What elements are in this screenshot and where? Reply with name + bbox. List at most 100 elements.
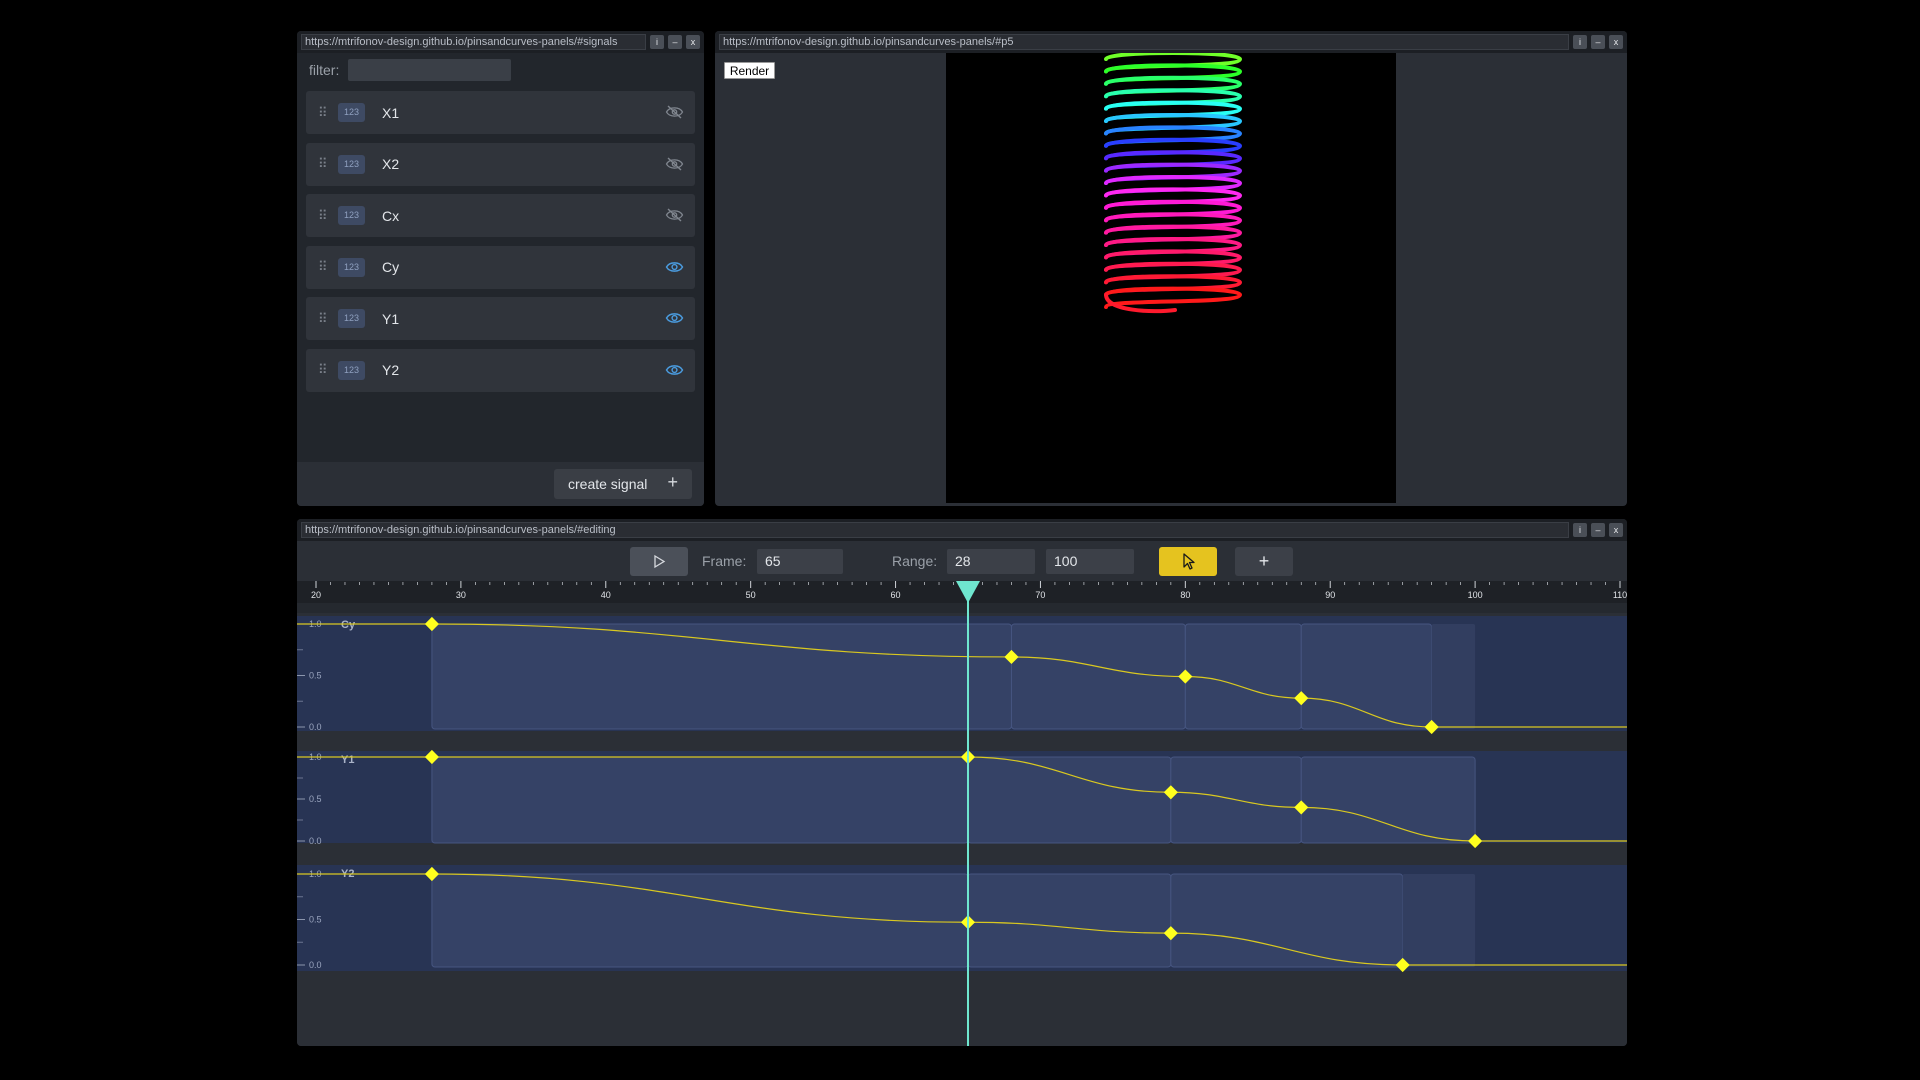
eye-icon[interactable] [665, 363, 684, 377]
signals-footer: create signal + [297, 462, 704, 506]
axis-label: 0.0 [309, 722, 322, 732]
p5-url-bar[interactable]: https://mtrifonov-design.github.io/pinsa… [719, 34, 1569, 50]
timeline[interactable]: 20 30 40 50 60 70 80 90 100 1101.00.50.0Cy1.00.50… [297, 581, 1627, 1046]
signal-item-x2[interactable]: ⠿ 123 X2 [306, 142, 695, 186]
drag-handle-icon[interactable]: ⠿ [318, 311, 328, 327]
minimize-button[interactable]: – [1591, 523, 1605, 537]
create-signal-button[interactable]: create signal + [554, 469, 692, 499]
drag-handle-icon[interactable]: ⠿ [318, 105, 328, 121]
curve-segment [1300, 623, 1433, 730]
segment-tail [1431, 624, 1476, 729]
axis-label: 0.5 [309, 915, 322, 925]
play-button[interactable] [630, 547, 688, 576]
drag-handle-icon[interactable]: ⠿ [318, 259, 328, 275]
drag-handle-icon[interactable]: ⠿ [318, 156, 328, 172]
p5-canvas[interactable] [946, 51, 1396, 503]
curve-segment [967, 873, 1172, 968]
curve-segment [1300, 756, 1476, 844]
signal-name: Y1 [382, 310, 400, 327]
editing-url-bar[interactable]: https://mtrifonov-design.github.io/pinsa… [301, 522, 1569, 538]
ruler-label: 90 [1325, 590, 1335, 600]
curve-segment [1010, 623, 1186, 730]
number-type-badge: 123 [338, 206, 365, 225]
frame-label: Frame: [702, 553, 747, 569]
ruler-label: 80 [1180, 590, 1190, 600]
signal-item-x1[interactable]: ⠿ 123 X1 [306, 91, 695, 134]
signals-titlebar: https://mtrifonov-design.github.io/pinsa… [297, 31, 704, 53]
close-button[interactable]: x [1609, 35, 1623, 49]
editing-window: https://mtrifonov-design.github.io/pinsa… [297, 519, 1627, 1046]
ruler-label: 20 [311, 590, 321, 600]
ruler-label: 40 [601, 590, 611, 600]
close-button[interactable]: x [686, 35, 700, 49]
ruler-label: 50 [746, 590, 756, 600]
signal-item-cx[interactable]: ⠿ 123 Cx [306, 194, 695, 237]
filter-label: filter: [309, 62, 340, 78]
track-name: Cy [341, 619, 356, 631]
number-type-badge: 123 [338, 154, 365, 174]
eye-icon[interactable] [665, 311, 684, 325]
create-signal-label: create signal [568, 476, 648, 492]
signal-name: Y2 [382, 362, 400, 378]
signal-name: Cy [382, 259, 400, 275]
curve-segment [967, 756, 1172, 844]
ruler-gap [297, 603, 1627, 613]
ruler-label: 110 [1613, 590, 1627, 600]
curve-segment [1170, 873, 1404, 968]
render-button[interactable]: Render [724, 62, 775, 79]
number-type-badge: 123 [338, 309, 365, 328]
ruler-label: 60 [891, 590, 901, 600]
filter-input[interactable] [348, 59, 512, 81]
drag-handle-icon[interactable]: ⠿ [318, 362, 328, 378]
signal-item-cy[interactable]: ⠿ 123 Cy [306, 245, 695, 289]
track-name: Y1 [341, 754, 354, 766]
signal-item-y2[interactable]: ⠿ 123 Y2 [306, 348, 695, 392]
number-type-badge: 123 [338, 103, 365, 122]
add-pin-button[interactable]: + [1235, 547, 1293, 576]
segment-tail [1402, 874, 1476, 967]
eye-icon[interactable] [665, 260, 684, 274]
axis-label: 0.5 [309, 671, 322, 681]
editing-titlebar: https://mtrifonov-design.github.io/pinsa… [297, 519, 1627, 541]
timeline-toolbar: Frame: 65 Range: 28 100 + [297, 541, 1627, 581]
eye-off-icon[interactable] [665, 105, 684, 119]
range-end-input[interactable]: 100 [1046, 549, 1134, 574]
info-button[interactable]: i [650, 35, 664, 49]
ruler-label: 70 [1035, 590, 1045, 600]
eye-off-icon[interactable] [665, 156, 684, 171]
info-button[interactable]: i [1573, 35, 1587, 49]
ruler-label: 100 [1468, 590, 1483, 600]
plus-icon: + [667, 472, 678, 492]
signals-url-bar[interactable]: https://mtrifonov-design.github.io/pinsa… [301, 34, 646, 50]
frame-input[interactable]: 65 [757, 549, 843, 574]
number-type-badge: 123 [338, 360, 365, 380]
axis-label: 0.5 [309, 794, 322, 804]
axis-label: 0.0 [309, 836, 322, 846]
range-start-input[interactable]: 28 [947, 549, 1035, 574]
curve-segment [1184, 623, 1302, 730]
spring-drawing [1104, 51, 1243, 314]
drag-handle-icon[interactable]: ⠿ [318, 208, 328, 224]
p5-titlebar: https://mtrifonov-design.github.io/pinsa… [715, 31, 1627, 53]
info-button[interactable]: i [1573, 523, 1587, 537]
play-icon [654, 554, 666, 569]
signal-name: X2 [382, 156, 400, 172]
signal-item-y1[interactable]: ⠿ 123 Y1 [306, 297, 695, 340]
select-tool-button[interactable] [1159, 547, 1217, 576]
curve-segment [431, 623, 1012, 730]
close-button[interactable]: x [1609, 523, 1623, 537]
filter-row: filter: [297, 53, 704, 87]
signal-list: ⠿ 123 X1 ⠿ 123 X2 ⠿ 123 Cx ⠿ 123 Cy ⠿ 123 Y1 ⠿ 123 Y2 [297, 87, 704, 404]
range-label: Range: [892, 553, 938, 569]
eye-off-icon[interactable] [665, 208, 684, 222]
curve-segment [431, 756, 969, 844]
signal-name: Cx [382, 207, 400, 224]
p5-window: https://mtrifonov-design.github.io/pinsa… [715, 31, 1627, 506]
cursor-icon [1183, 553, 1195, 570]
minimize-button[interactable]: – [668, 35, 682, 49]
axis-label: 0.0 [309, 960, 322, 970]
minimize-button[interactable]: – [1591, 35, 1605, 49]
ruler-label: 30 [456, 590, 466, 600]
spring-coil [1104, 286, 1243, 309]
signals-window: https://mtrifonov-design.github.io/pinsa… [297, 31, 704, 506]
